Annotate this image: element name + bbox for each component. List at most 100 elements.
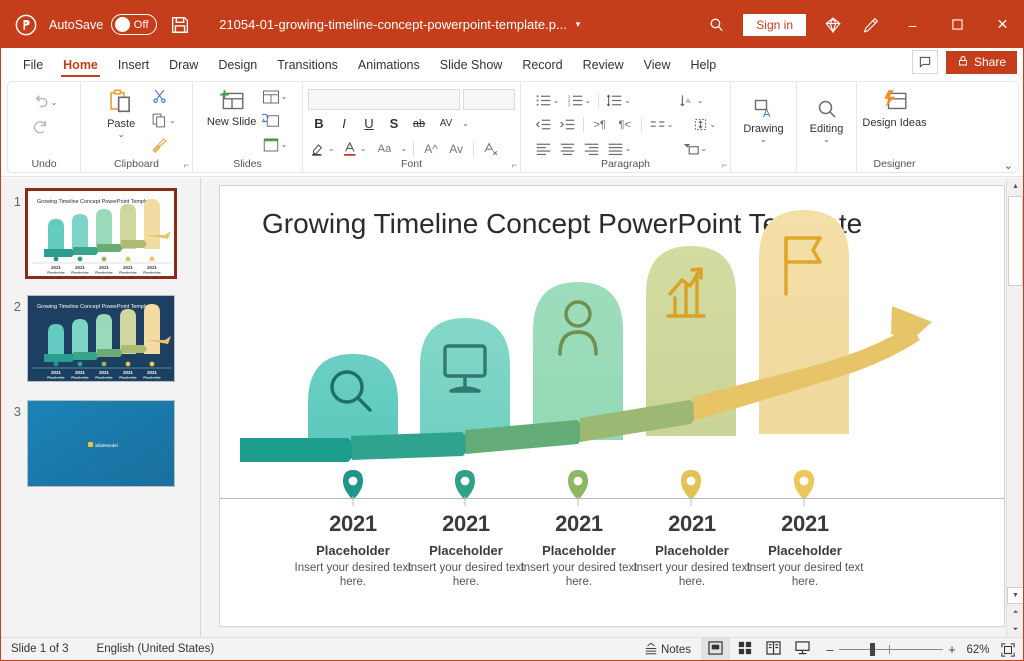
zoom-in-button[interactable]: +	[943, 642, 961, 657]
character-spacing-caret-icon[interactable]: ⌄	[462, 119, 469, 128]
align-text-button[interactable]: ⌄	[690, 113, 719, 136]
italic-button[interactable]: I	[333, 113, 355, 134]
tab-home[interactable]: Home	[53, 50, 108, 79]
minimize-button[interactable]: –	[890, 1, 935, 48]
format-painter-button[interactable]	[149, 133, 178, 156]
text-direction-caret-icon[interactable]: ⌄	[697, 96, 704, 105]
tab-design[interactable]: Design	[208, 50, 267, 79]
drawing-caret-icon[interactable]: ⌄	[760, 135, 767, 144]
close-button[interactable]: ✕	[980, 1, 1024, 48]
columns-caret-icon[interactable]: ⌄	[667, 120, 674, 129]
slide-sorter-button[interactable]	[730, 638, 759, 661]
decrease-indent-button[interactable]	[533, 113, 554, 136]
ltr-button[interactable]: >¶	[589, 114, 611, 135]
thumbnail-3-image[interactable]: SlideModel	[27, 400, 175, 487]
scroll-down-button[interactable]: ▼	[1007, 587, 1024, 604]
scroll-up-button[interactable]: ▲	[1007, 178, 1024, 195]
thumbnail-1-image[interactable]: Growing Timeline Concept PowerPoint Temp…	[27, 190, 175, 277]
slide-show-button[interactable]	[788, 638, 817, 661]
thumbnail-2[interactable]: 2 Growing Timeline Concept PowerPoint Te…	[1, 295, 175, 382]
zoom-percentage[interactable]: 62%	[961, 644, 995, 656]
timeline-step-5[interactable]: 2021 Placeholder Insert your desired tex…	[735, 511, 875, 589]
copy-button[interactable]: ⌄	[149, 109, 178, 132]
convert-to-smartart-button[interactable]: ⌄	[680, 137, 710, 160]
line-spacing-caret-icon[interactable]: ⌄	[624, 96, 631, 105]
reading-view-button[interactable]	[759, 638, 788, 661]
language-indicator[interactable]: English (United States)	[97, 643, 215, 655]
bold-button[interactable]: B	[308, 113, 330, 134]
drawing-button[interactable]: A Drawing ⌄	[734, 85, 794, 144]
editing-button[interactable]: Editing ⌄	[800, 85, 854, 144]
highlight-caret-icon[interactable]: ⌄	[328, 144, 335, 153]
numbering-button[interactable]: 123 ⌄	[565, 89, 594, 112]
normal-view-button[interactable]	[701, 638, 730, 661]
comment-icon[interactable]	[912, 50, 938, 74]
document-title-caret-icon[interactable]: ▾	[576, 19, 581, 30]
font-color-caret-icon[interactable]: ⌄	[360, 144, 367, 153]
font-name-input[interactable]	[308, 89, 460, 110]
fit-slide-icon[interactable]	[995, 638, 1021, 661]
align-right-button[interactable]	[581, 137, 602, 160]
numbering-caret-icon[interactable]: ⌄	[585, 96, 592, 105]
save-icon[interactable]	[169, 14, 191, 36]
layout-button[interactable]: ⌄	[260, 85, 290, 108]
vertical-scrollbar[interactable]: ▲ ▼ ⏶ ⏷	[1006, 178, 1023, 638]
slide-thumbnail-panel[interactable]: 1 Growing Timeline Concept PowerPoint Te…	[1, 178, 201, 638]
change-case-caret-icon[interactable]: ⌄	[400, 144, 407, 153]
tab-review[interactable]: Review	[573, 50, 634, 79]
justify-button[interactable]: ⌄	[605, 137, 634, 160]
font-size-input[interactable]	[463, 89, 515, 110]
change-case-button[interactable]: Aa	[371, 138, 397, 159]
align-left-button[interactable]	[533, 137, 554, 160]
ink-pen-icon[interactable]	[852, 10, 890, 40]
increase-indent-button[interactable]	[557, 113, 578, 136]
rtl-button[interactable]: ¶<	[614, 114, 636, 135]
notes-button[interactable]: Notes	[634, 638, 701, 661]
bullets-caret-icon[interactable]: ⌄	[553, 96, 560, 105]
font-dialog-launcher[interactable]: ⌐	[512, 160, 517, 170]
tab-draw[interactable]: Draw	[159, 50, 208, 79]
section-caret-icon[interactable]: ⌄	[281, 140, 288, 149]
thumbnail-3[interactable]: 3 SlideModel	[1, 400, 175, 487]
character-spacing-button[interactable]: AV	[433, 113, 459, 134]
clipboard-dialog-launcher[interactable]: ⌐	[184, 160, 189, 170]
underline-button[interactable]: U	[358, 113, 380, 134]
columns-button[interactable]: ⌄	[647, 113, 676, 136]
copy-caret-icon[interactable]: ⌄	[169, 116, 176, 125]
share-button[interactable]: Share	[946, 51, 1017, 74]
text-direction-button[interactable]: A ⌄	[677, 89, 706, 112]
zoom-slider-handle[interactable]	[870, 643, 875, 656]
zoom-out-button[interactable]: –	[821, 642, 839, 657]
timeline-graphic[interactable]	[220, 186, 1005, 506]
collapse-ribbon-button[interactable]: ⌄	[1004, 159, 1013, 172]
new-slide-button[interactable]: New Slide	[206, 85, 258, 128]
search-icon[interactable]	[697, 10, 735, 40]
sign-in-button[interactable]: Sign in	[743, 14, 806, 36]
justify-caret-icon[interactable]: ⌄	[625, 144, 632, 153]
font-color-button[interactable]: ⌄	[340, 137, 369, 160]
paragraph-dialog-launcher[interactable]: ⌐	[722, 160, 727, 170]
tab-slide-show[interactable]: Slide Show	[430, 50, 513, 79]
text-shadow-button[interactable]: S	[383, 113, 405, 134]
tab-transitions[interactable]: Transitions	[267, 50, 348, 79]
thumbnail-1[interactable]: 1 Growing Timeline Concept PowerPoint Te…	[1, 190, 175, 277]
slide-canvas[interactable]: Growing Timeline Concept PowerPoint Temp…	[219, 185, 1005, 627]
reset-button[interactable]	[260, 109, 290, 132]
maximize-button[interactable]	[935, 1, 980, 48]
previous-slide-button[interactable]: ⏶	[1007, 604, 1024, 621]
design-ideas-button[interactable]: Design Ideas	[860, 85, 930, 129]
tab-help[interactable]: Help	[680, 50, 726, 79]
smartart-caret-icon[interactable]: ⌄	[701, 144, 708, 153]
tab-view[interactable]: View	[634, 50, 681, 79]
zoom-slider[interactable]	[839, 638, 943, 661]
tab-animations[interactable]: Animations	[348, 50, 430, 79]
line-spacing-button[interactable]: ⌄	[604, 89, 633, 112]
increase-font-size-button[interactable]: A^	[420, 138, 442, 159]
undo-button[interactable]: ⌄	[29, 91, 60, 114]
next-slide-button[interactable]: ⏷	[1007, 621, 1024, 638]
align-text-caret-icon[interactable]: ⌄	[710, 120, 717, 129]
thumbnail-2-image[interactable]: Growing Timeline Concept PowerPoint Temp…	[27, 295, 175, 382]
section-button[interactable]: ⌄	[260, 133, 290, 156]
bullets-button[interactable]: ⌄	[533, 89, 562, 112]
office-diamond-icon[interactable]	[814, 10, 852, 40]
